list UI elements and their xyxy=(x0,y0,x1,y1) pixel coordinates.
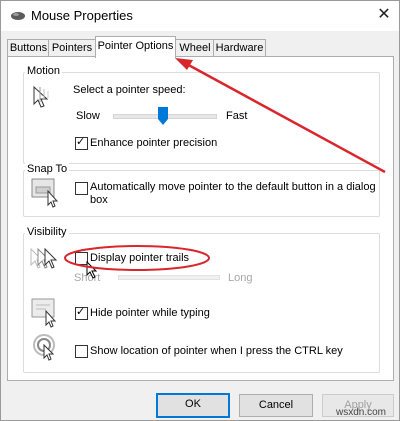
annotation-arrow xyxy=(182,60,386,174)
annotation-overlay xyxy=(64,58,386,271)
watermark: wsxdn.com xyxy=(336,407,387,418)
mouse-properties-window: Mouse Properties ✕ Buttons Pointers Poin… xyxy=(0,0,400,421)
annotation-ellipse xyxy=(64,245,210,271)
annotation-arrowhead xyxy=(175,58,193,70)
tab-pointer-options[interactable]: Pointer Options xyxy=(95,36,176,58)
